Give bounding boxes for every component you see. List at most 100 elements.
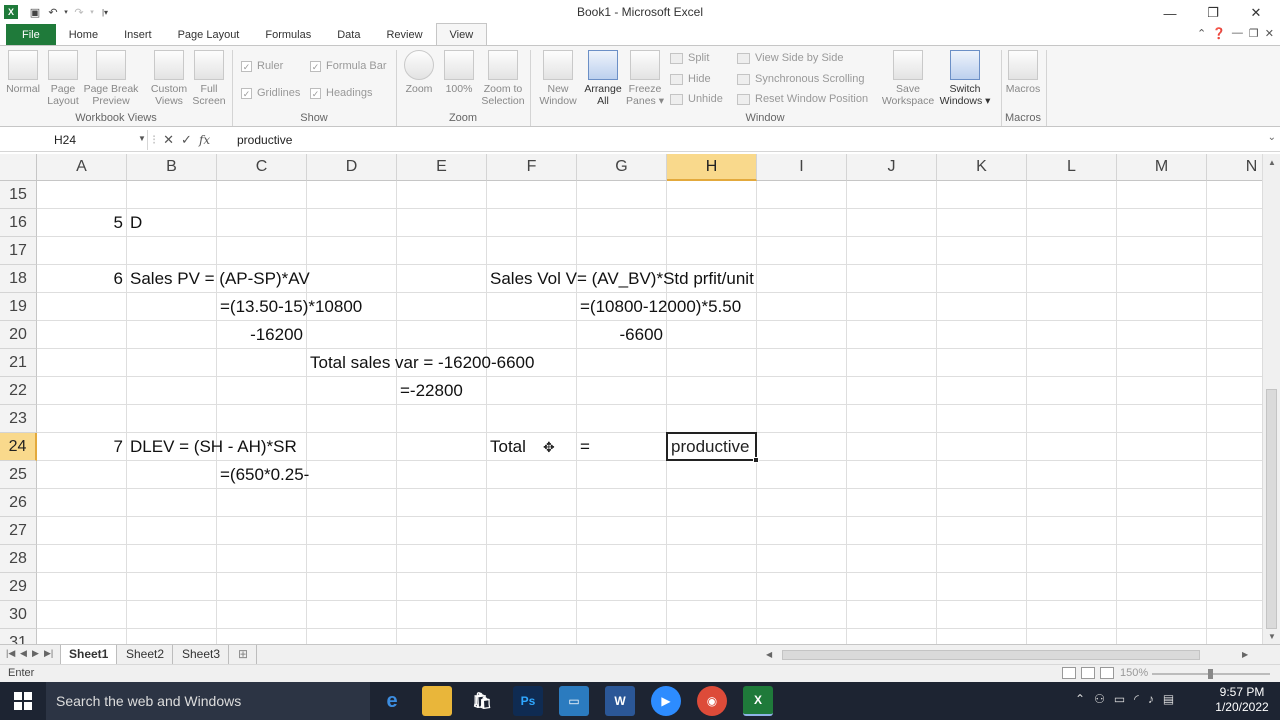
cell-f18[interactable]: Sales Vol V= (AV_BV)*Std prfit/unit <box>487 265 757 293</box>
app-icon[interactable]: ▭ <box>559 686 589 716</box>
column-header-d[interactable]: D <box>307 154 397 181</box>
page-layout-shortcut-icon[interactable] <box>1081 667 1095 679</box>
cell-a16[interactable]: 5 <box>37 209 126 237</box>
formula-bar-checkbox[interactable]: ✓ Formula Bar <box>310 60 387 72</box>
column-header-j[interactable]: J <box>847 154 937 181</box>
taskbar-clock[interactable]: 9:57 PM 1/20/2022 <box>1212 685 1272 715</box>
last-sheet-icon[interactable]: ▶| <box>44 648 53 659</box>
cancel-icon[interactable]: ✕ <box>163 132 174 148</box>
tab-data[interactable]: Data <box>324 24 373 45</box>
normal-view-shortcut-icon[interactable] <box>1062 667 1076 679</box>
column-header-e[interactable]: E <box>397 154 487 181</box>
cell-g19[interactable]: =(10800-12000)*5.50 <box>577 293 744 321</box>
first-sheet-icon[interactable]: |◀ <box>6 648 15 659</box>
cell-a18[interactable]: 6 <box>37 265 126 293</box>
volume-icon[interactable]: ♪ <box>1148 692 1154 706</box>
worksheet-grid[interactable]: ABCDEFGHIJKLMN 15 16 17 18 19 20 21 22 23 24 25 26 2… <box>0 154 1262 644</box>
scroll-left-icon[interactable]: ◀ <box>766 650 772 659</box>
wifi-icon[interactable]: ◜ <box>1134 692 1139 706</box>
tab-view[interactable]: View <box>435 23 488 45</box>
scroll-down-icon[interactable]: ▼ <box>1268 632 1276 641</box>
unhide-button[interactable]: Unhide <box>670 93 723 105</box>
cell-c20[interactable]: -16200 <box>217 321 306 349</box>
next-sheet-icon[interactable]: ▶ <box>32 648 39 659</box>
fill-handle[interactable] <box>753 457 759 463</box>
gridlines-checkbox[interactable]: ✓ Gridlines <box>241 87 300 99</box>
cell-b24[interactable]: DLEV = (SH - AH)*SR <box>127 433 300 461</box>
close-icon[interactable]: ✕ <box>1236 2 1276 24</box>
save-workspace-button[interactable]: Save Workspace <box>880 50 936 107</box>
freeze-panes-button[interactable]: Freeze Panes ▾ <box>624 50 666 107</box>
row-header-27[interactable]: 27 <box>0 517 37 545</box>
row-header-21[interactable]: 21 <box>0 349 37 377</box>
column-header-i[interactable]: I <box>757 154 847 181</box>
prev-sheet-icon[interactable]: ◀ <box>20 648 27 659</box>
resize-handle-icon[interactable]: ⁝ <box>152 132 156 148</box>
switch-windows-button[interactable]: Switch Windows ▾ <box>937 50 993 107</box>
vertical-scroll-thumb[interactable] <box>1266 389 1277 629</box>
undo-icon[interactable]: ↶ <box>44 3 62 21</box>
row-header-26[interactable]: 26 <box>0 489 37 517</box>
excel-taskbar-icon[interactable]: X <box>743 686 773 716</box>
tab-review[interactable]: Review <box>373 24 435 45</box>
custom-views-button[interactable]: Custom Views <box>148 50 190 107</box>
scroll-up-icon[interactable]: ▲ <box>1268 158 1276 167</box>
customize-toolbar-icon[interactable]: |▾ <box>96 3 114 21</box>
zoom-icon[interactable]: ▶ <box>651 686 681 716</box>
people-icon[interactable]: ⚇ <box>1094 692 1105 706</box>
restore-icon[interactable]: ❐ <box>1193 2 1233 24</box>
row-header-28[interactable]: 28 <box>0 545 37 573</box>
sheet-tab-sheet1[interactable]: Sheet1 <box>60 645 118 664</box>
hide-button[interactable]: Hide <box>670 73 711 85</box>
normal-view-button[interactable]: Normal <box>4 50 42 95</box>
workbook-close-icon[interactable]: ✕ <box>1265 27 1274 40</box>
zoom-button[interactable]: Zoom <box>400 50 438 95</box>
page-break-shortcut-icon[interactable] <box>1100 667 1114 679</box>
cell-c25[interactable]: =(650*0.25- <box>217 461 312 489</box>
taskbar-search[interactable]: Search the web and Windows <box>46 682 370 720</box>
row-header-30[interactable]: 30 <box>0 601 37 629</box>
edge-icon[interactable]: e <box>377 686 407 716</box>
macros-button[interactable]: Macros <box>1004 50 1042 95</box>
row-header-17[interactable]: 17 <box>0 237 37 265</box>
workbook-restore-icon[interactable]: ❐ <box>1249 27 1259 40</box>
formula-input[interactable]: productive <box>237 131 292 149</box>
arrange-all-button[interactable]: Arrange All <box>582 50 624 107</box>
row-header-31[interactable]: 31 <box>0 629 37 644</box>
cell-c19[interactable]: =(13.50-15)*10800 <box>217 293 365 321</box>
select-all-corner[interactable] <box>0 154 37 181</box>
zoom-level[interactable]: 150% <box>1120 667 1148 679</box>
cell-b18[interactable]: Sales PV = (AP-SP)*AV <box>127 265 313 293</box>
battery-icon[interactable]: ▭ <box>1114 692 1125 706</box>
column-header-k[interactable]: K <box>937 154 1027 181</box>
column-header-l[interactable]: L <box>1027 154 1117 181</box>
cell-d21[interactable]: Total sales var = -16200-6600 <box>307 349 537 377</box>
keyboard-icon[interactable]: ▤ <box>1163 692 1174 706</box>
workbook-minimize-icon[interactable]: — <box>1232 27 1243 40</box>
sheet-tab-sheet2[interactable]: Sheet2 <box>118 645 174 664</box>
ruler-checkbox[interactable]: ✓ Ruler <box>241 60 283 72</box>
column-header-f[interactable]: F <box>487 154 577 181</box>
insert-function-icon[interactable]: fx <box>199 133 210 147</box>
column-header-b[interactable]: B <box>127 154 217 181</box>
cell-a24[interactable]: 7 <box>37 433 126 461</box>
row-header-23[interactable]: 23 <box>0 405 37 433</box>
tab-formulas[interactable]: Formulas <box>252 24 324 45</box>
zoom-slider[interactable] <box>1152 669 1270 679</box>
headings-checkbox[interactable]: ✓ Headings <box>310 87 372 99</box>
save-icon[interactable]: ▣ <box>26 3 44 21</box>
scroll-right-icon[interactable]: ▶ <box>1242 650 1248 659</box>
chevron-up-icon[interactable]: ⌃ <box>1075 692 1085 706</box>
horizontal-scrollbar[interactable]: ◀ ▶ <box>758 648 1254 662</box>
cell-e22[interactable]: =-22800 <box>397 377 466 405</box>
active-cell[interactable]: productive <box>666 432 759 463</box>
split-button[interactable]: Split <box>670 52 709 64</box>
page-layout-button[interactable]: Page Layout <box>44 50 82 107</box>
row-header-18[interactable]: 18 <box>0 265 37 293</box>
column-header-m[interactable]: M <box>1117 154 1207 181</box>
cell-f24[interactable]: Total <box>487 433 529 461</box>
row-header-16[interactable]: 16 <box>0 209 37 237</box>
column-header-g[interactable]: G <box>577 154 667 181</box>
cell-b16[interactable]: D <box>127 209 145 237</box>
expand-formula-bar-icon[interactable]: ⌄ <box>1268 132 1276 143</box>
